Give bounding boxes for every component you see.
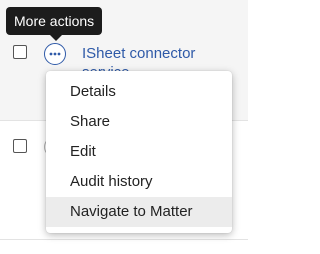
menu-item-audit-history[interactable]: Audit history	[46, 167, 232, 197]
menu-item-share[interactable]: Share	[46, 107, 232, 137]
actions-menu: Details Share Edit Audit history Navigat…	[46, 71, 232, 233]
more-actions-button[interactable]	[44, 43, 66, 65]
row-select-checkbox[interactable]	[13, 139, 27, 153]
tooltip-arrow	[50, 35, 62, 41]
more-horizontal-icon	[49, 52, 61, 56]
menu-item-edit[interactable]: Edit	[46, 137, 232, 167]
row-select-checkbox[interactable]	[13, 45, 27, 59]
menu-item-navigate-to-matter[interactable]: Navigate to Matter	[46, 197, 232, 227]
menu-item-details[interactable]: Details	[46, 77, 232, 107]
more-actions-tooltip: More actions	[6, 7, 103, 35]
